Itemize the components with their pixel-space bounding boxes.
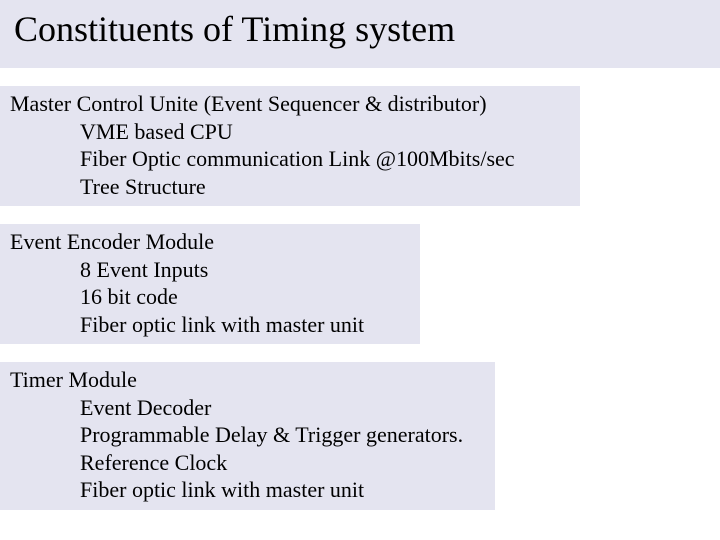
list-item: Programmable Delay & Trigger generators. xyxy=(10,421,485,449)
list-item: Fiber optic link with master unit xyxy=(10,311,410,339)
list-item: 16 bit code xyxy=(10,283,410,311)
section-timer-module: Timer Module Event Decoder Programmable … xyxy=(0,362,495,510)
list-item: Fiber optic link with master unit xyxy=(10,476,485,504)
section-event-encoder: Event Encoder Module 8 Event Inputs 16 b… xyxy=(0,224,420,344)
list-item: Event Decoder xyxy=(10,394,485,422)
section-heading: Master Control Unite (Event Sequencer & … xyxy=(10,90,570,118)
list-item: Tree Structure xyxy=(10,173,570,201)
page-title: Constituents of Timing system xyxy=(14,8,706,50)
section-heading: Timer Module xyxy=(10,366,485,394)
content-area: Master Control Unite (Event Sequencer & … xyxy=(0,68,720,510)
list-item: 8 Event Inputs xyxy=(10,256,410,284)
title-block: Constituents of Timing system xyxy=(0,0,720,68)
list-item: Reference Clock xyxy=(10,449,485,477)
list-item: VME based CPU xyxy=(10,118,570,146)
section-heading: Event Encoder Module xyxy=(10,228,410,256)
section-master-control: Master Control Unite (Event Sequencer & … xyxy=(0,86,580,206)
list-item: Fiber Optic communication Link @100Mbits… xyxy=(10,145,570,173)
